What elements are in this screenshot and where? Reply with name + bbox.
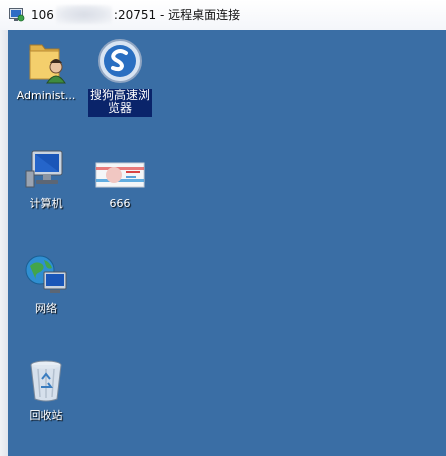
desktop-icon-label: 回收站 [29,409,63,422]
desktop-icon-administrator[interactable]: Administ... [8,37,84,107]
desktop-icon-computer[interactable]: 计算机 [8,145,84,215]
desktop-icon-label: 网络 [35,302,57,315]
remote-desktop[interactable]: Administ... 搜狗高速浏览器 计算机 666 网络 回收站 [8,30,446,456]
desktop-icon-label: 666 [109,197,131,210]
window-title-port: :20751 - 远程桌面连接 [113,8,241,22]
desktop-icon-label: Administ... [16,89,76,102]
user-folder-icon [29,44,66,84]
computer-icon [25,150,63,188]
desktop-icon-666[interactable]: 666 [82,145,158,215]
network-icon [25,255,67,293]
redacted-address [56,5,112,24]
title-bar[interactable]: 106 :20751 - 远程桌面连接 [0,0,446,31]
remote-desktop-icon [9,8,25,22]
desktop-icon-sogou-browser[interactable]: 搜狗高速浏览器 [82,37,158,117]
desktop-icon-label: 计算机 [29,197,63,210]
desktop-icon-recycle-bin[interactable]: 回收站 [8,357,84,427]
sogou-browser-icon [98,39,142,83]
desktop-icon-network[interactable]: 网络 [8,250,84,320]
desktop-icon-label: 搜狗高速浏览器 [88,89,152,117]
recycle-bin-icon [30,360,62,402]
window-frame [0,30,8,456]
window-title-host: 106 [31,8,54,22]
image-file-icon [95,162,145,188]
